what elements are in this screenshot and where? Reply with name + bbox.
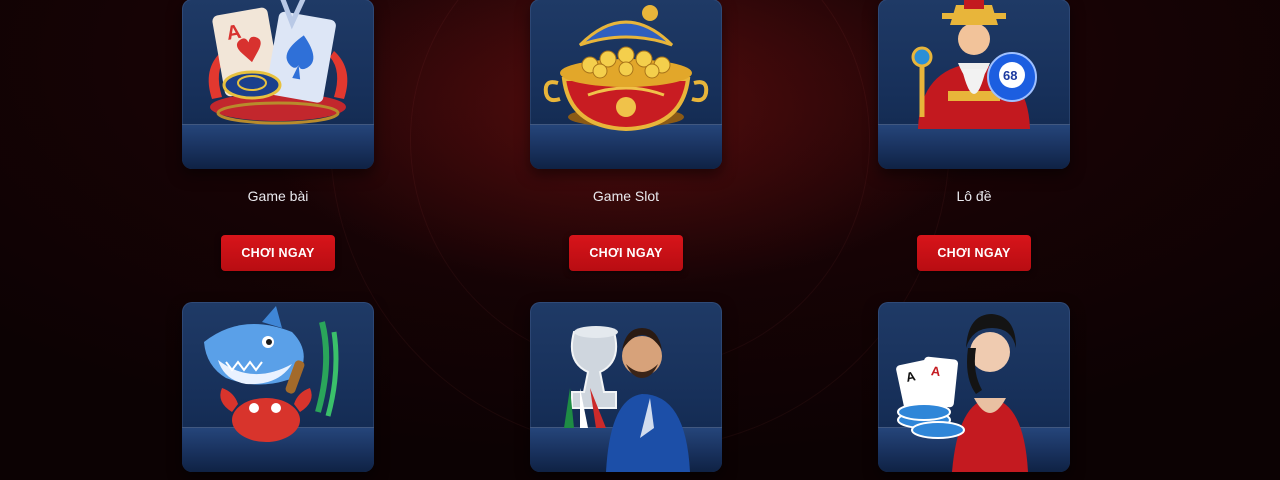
play-now-button[interactable]: CHƠI NGAY (569, 235, 683, 271)
game-card-slot[interactable]: Game Slot CHƠI NGAY (530, 0, 722, 271)
game-thumbnail[interactable]: A A (878, 302, 1070, 472)
game-title: Game Slot (592, 188, 660, 204)
game-card-lottery[interactable]: 68 Lô đề CHƠI NGAY (878, 0, 1070, 271)
play-now-button[interactable]: CHƠI NGAY (917, 235, 1031, 271)
live-casino-dealer-icon: A A (896, 314, 1028, 472)
game-thumbnail[interactable] (182, 302, 374, 472)
game-card-live-casino[interactable]: A A (878, 302, 1070, 472)
game-card-card-game[interactable]: A Game bài CHƠI NGAY (182, 0, 374, 271)
play-now-button[interactable]: CHƠI NGAY (221, 235, 335, 271)
shark-fishing-icon (204, 306, 339, 442)
game-card-fishing[interactable] (182, 302, 374, 472)
game-thumbnail[interactable] (530, 302, 722, 472)
game-title: Lô đề (956, 188, 992, 204)
football-player-trophy-icon (564, 326, 690, 472)
game-card-sports[interactable] (530, 302, 722, 472)
svg-text:68: 68 (1003, 68, 1017, 83)
treasure-pot-icon (543, 5, 709, 132)
game-thumbnail[interactable] (530, 0, 722, 169)
card-game-icon: A (208, 0, 348, 125)
game-thumbnail[interactable]: A (182, 0, 374, 169)
game-thumbnail[interactable]: 68 (878, 0, 1070, 169)
fortune-god-lottery-icon: 68 (911, 0, 1037, 129)
game-title: Game bài (247, 188, 309, 204)
